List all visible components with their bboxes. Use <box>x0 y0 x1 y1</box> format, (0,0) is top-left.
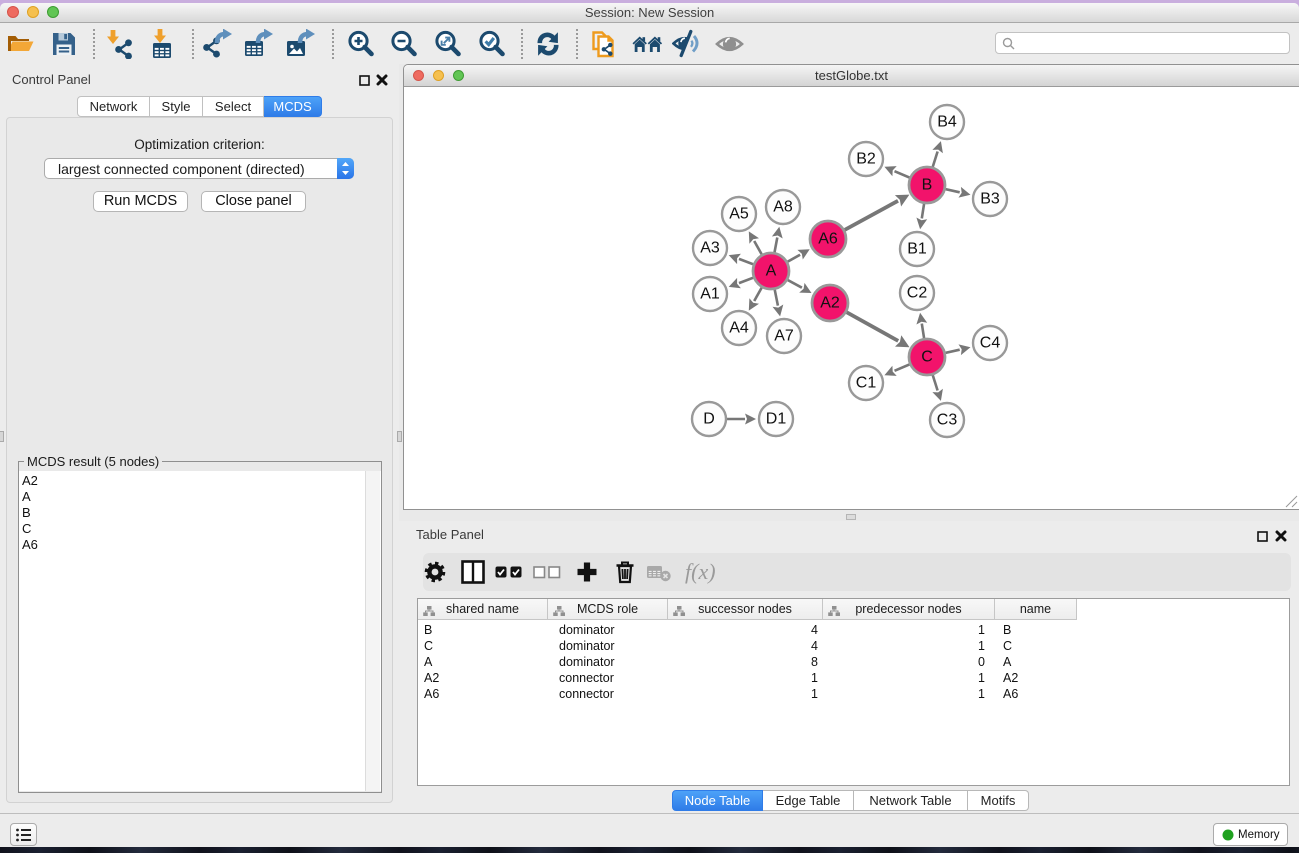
svg-text:A4: A4 <box>729 320 749 337</box>
svg-text:A2: A2 <box>820 295 840 312</box>
svg-text:A7: A7 <box>774 328 794 345</box>
svg-text:C3: C3 <box>937 412 958 429</box>
svg-text:A1: A1 <box>700 286 720 303</box>
svg-text:A6: A6 <box>818 231 838 248</box>
svg-text:C2: C2 <box>907 285 928 302</box>
svg-text:D: D <box>703 411 715 428</box>
svg-text:B3: B3 <box>980 191 1000 208</box>
svg-text:B: B <box>922 177 933 194</box>
svg-text:B2: B2 <box>856 151 876 168</box>
svg-text:A8: A8 <box>773 199 793 216</box>
svg-text:D1: D1 <box>766 411 787 428</box>
svg-text:C1: C1 <box>856 375 877 392</box>
svg-text:A3: A3 <box>700 240 720 257</box>
svg-text:B1: B1 <box>907 241 927 258</box>
svg-text:C4: C4 <box>980 335 1001 352</box>
svg-text:C: C <box>921 349 933 366</box>
svg-text:A5: A5 <box>729 206 749 223</box>
svg-text:B4: B4 <box>937 114 957 131</box>
svg-text:A: A <box>766 263 777 280</box>
